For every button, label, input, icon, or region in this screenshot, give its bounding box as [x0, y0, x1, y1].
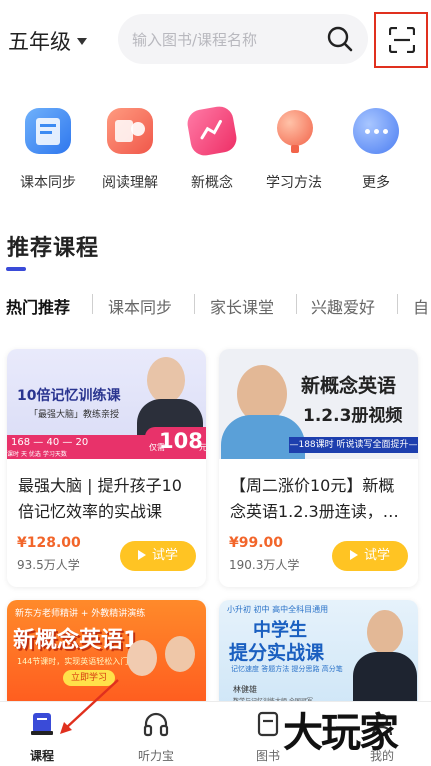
cover-headline-2: 提分实战课 [229, 642, 325, 664]
try-button[interactable]: 试学 [120, 541, 196, 571]
balloon-icon [271, 108, 317, 154]
grade-label: 五年级 [8, 30, 71, 54]
section-underline [6, 267, 26, 271]
new-concept-icon [185, 104, 239, 158]
search-icon[interactable] [326, 25, 354, 53]
course-title: 【周二涨价10元】新概念英语1.2.3册连读，… [230, 476, 399, 521]
cover-price-tag: 仅需 108 元 [145, 427, 206, 459]
nav-label: 听力宝 [137, 749, 174, 763]
search-placeholder: 输入图书/课程名称 [132, 31, 258, 49]
nav-listening[interactable]: 听力宝 [116, 710, 196, 764]
teacher-photo [147, 357, 185, 403]
play-icon [349, 550, 358, 560]
course-card[interactable]: 小升初 初中 高中全科目通用 中学生 提分实战课 记忆速度 答题方法 提分思路 … [219, 600, 418, 710]
cover-pills: 记忆速度 答题方法 提分思路 高分笔记 [231, 665, 343, 673]
category-label: 阅读理解 [102, 175, 158, 191]
teacher-name: 林健雄 [233, 685, 257, 694]
nav-label: 课程 [29, 749, 54, 763]
search-bar[interactable]: 输入图书/课程名称 [118, 14, 368, 64]
learner-count: 190.3万人学 [229, 558, 300, 572]
cover-subtitle: 1.2.3册视频 [303, 406, 403, 426]
cover-stats: 168 — 40 — 20 [11, 437, 89, 448]
course-cover: 10倍记忆训练课 「最强大脑」教练亲授 168 — 40 — 20 课时 天 优… [7, 349, 206, 459]
cover-banner: —188课时 听说读写全面提升— [289, 437, 418, 453]
tab-hobbies[interactable]: 兴趣爱好 [311, 294, 375, 318]
tab-divider [296, 294, 297, 314]
course-card[interactable]: 新东方老师精讲 + 外教精讲演练 新概念英语1 144节课时，实现英语轻松入门 … [7, 600, 206, 710]
tab-divider [92, 294, 93, 314]
nav-course[interactable]: 课程 [2, 710, 82, 764]
category-label: 课本同步 [20, 175, 76, 191]
book-icon [25, 108, 71, 154]
scan-icon [389, 27, 415, 53]
tab-parent-class[interactable]: 家长课堂 [210, 294, 274, 318]
category-study-methods[interactable]: 学习方法 [254, 108, 334, 192]
tab-hot[interactable]: 热门推荐 [6, 294, 70, 318]
course-cover: 新概念英语 1.2.3册视频 —188课时 听说读写全面提升— [219, 349, 418, 459]
teacher-photo [165, 636, 195, 672]
category-new-concept[interactable]: 新概念 [172, 104, 252, 192]
category-label: 学习方法 [266, 175, 322, 191]
tab-textbook-sync[interactable]: 课本同步 [108, 294, 172, 318]
cover-top-text: 新东方老师精讲 + 外教精讲演练 [15, 609, 146, 619]
course-card[interactable]: 10倍记忆训练课 「最强大脑」教练亲授 168 — 40 — 20 课时 天 优… [7, 349, 206, 587]
teacher-photo [127, 640, 157, 676]
top-header: 五年级 输入图书/课程名称 [0, 0, 431, 80]
teacher-photo [367, 610, 403, 654]
category-label: 更多 [362, 175, 390, 191]
cover-headline: 10倍记忆训练课 [17, 388, 121, 404]
course-cover: 小升初 初中 高中全科目通用 中学生 提分实战课 记忆速度 答题方法 提分思路 … [219, 600, 418, 710]
learner-count: 93.5万人学 [17, 558, 80, 572]
cover-stat-labels: 课时 天 优选 学习天数 [7, 451, 67, 458]
cover-tags: 小升初 初中 高中全科目通用 [227, 605, 329, 614]
play-icon [137, 550, 146, 560]
tab-divider [194, 294, 195, 314]
category-reading[interactable]: 阅读理解 [90, 108, 170, 192]
category-row: 课本同步 阅读理解 新概念 学习方法 更多 [0, 104, 431, 198]
book-shelf-icon [254, 710, 282, 738]
category-textbook-sync[interactable]: 课本同步 [8, 108, 88, 192]
category-label: 新概念 [191, 175, 233, 191]
reading-icon [107, 108, 153, 154]
watermark-text: 大玩家 [283, 710, 399, 756]
course-card[interactable]: 新概念英语 1.2.3册视频 —188课时 听说读写全面提升— 【周二涨价10元… [219, 349, 418, 587]
cover-badge: 立即学习 [63, 670, 115, 686]
more-icon [353, 108, 399, 154]
headphones-icon [142, 710, 170, 738]
course-price: ¥99.00 [229, 535, 284, 551]
scan-button[interactable] [374, 12, 428, 68]
course-title: 最强大脑 | 提升孩子10倍记忆效率的实战课 [18, 476, 182, 521]
section-title: 推荐课程 [7, 236, 100, 261]
course-price: ¥128.00 [17, 535, 81, 551]
cover-subtitle: 「最强大脑」教练亲授 [29, 410, 120, 420]
try-button[interactable]: 试学 [332, 541, 408, 571]
cover-headline: 新概念英语1 [13, 628, 139, 653]
cover-headline: 新概念英语 [301, 375, 397, 397]
tab-divider [397, 294, 398, 314]
course-tabs: 热门推荐 课本同步 家长课堂 兴趣爱好 自 [0, 289, 431, 321]
try-label: 试学 [151, 548, 178, 563]
tab-more[interactable]: 自 [413, 294, 429, 318]
course-cover: 新东方老师精讲 + 外教精讲演练 新概念英语1 144节课时，实现英语轻松入门 … [7, 600, 206, 710]
category-more[interactable]: 更多 [336, 108, 416, 192]
try-label: 试学 [363, 548, 390, 563]
grade-selector[interactable]: 五年级 [8, 26, 87, 56]
cover-subtitle: 144节课时，实现英语轻松入门 [17, 657, 129, 666]
course-icon [28, 710, 56, 738]
caret-down-icon [77, 37, 87, 45]
